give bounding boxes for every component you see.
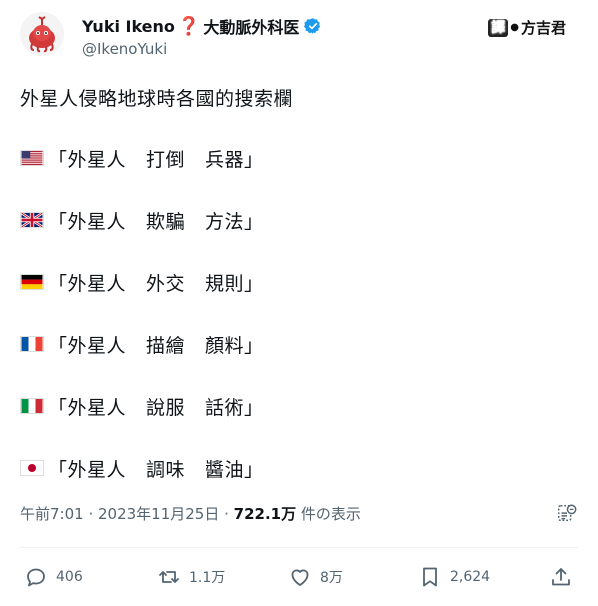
like-count: 8万 bbox=[320, 570, 343, 586]
author-name[interactable]: Yuki Ikeno bbox=[82, 17, 175, 36]
tweet-row-de: 「外星人 外交 規則」 bbox=[20, 267, 264, 297]
germany-flag-icon bbox=[20, 274, 44, 290]
tweet-row-it: 「外星人 說服 話術」 bbox=[20, 391, 264, 421]
author-title: 大動脈外科医 bbox=[203, 18, 300, 37]
share-icon bbox=[552, 568, 570, 586]
analytics-icon[interactable] bbox=[556, 503, 578, 525]
view-count-label: 件の表示 bbox=[296, 505, 361, 523]
tweet-row-uk: 「外星人 欺騙 方法」 bbox=[20, 205, 264, 235]
row-word-1: 「外星人 bbox=[48, 272, 127, 295]
divider bbox=[20, 547, 578, 548]
question-mark-emoji: ❓ bbox=[177, 15, 201, 37]
translator-watermark: 譯 ● 方吉君 bbox=[488, 17, 566, 38]
tweet-row-jp: 「外星人 調味 醬油」 bbox=[20, 453, 264, 483]
author-handle[interactable]: @IkenoYuki bbox=[82, 40, 167, 58]
author-name-row[interactable]: Yuki Ikeno ❓ 大動脈外科医 bbox=[82, 14, 322, 38]
row-word-2: 外交 bbox=[146, 272, 186, 295]
row-word-3: 顏料」 bbox=[205, 334, 264, 357]
reply-icon bbox=[27, 568, 45, 587]
row-word-1: 「外星人 bbox=[48, 148, 127, 171]
bookmark-icon bbox=[423, 567, 437, 587]
row-word-3: 話術」 bbox=[205, 396, 264, 419]
verified-badge-icon bbox=[304, 18, 321, 34]
bookmark-count: 2,624 bbox=[450, 569, 491, 585]
tweet-meta: 午前7:01 · 2023年11月25日 · 722.1万 件の表示 bbox=[20, 503, 361, 524]
row-word-1: 「外星人 bbox=[48, 334, 127, 357]
translator-dot: ● bbox=[510, 22, 519, 33]
avatar-octopus-icon bbox=[20, 12, 64, 56]
view-count: 722.1万 bbox=[233, 505, 297, 523]
row-word-3: 規則」 bbox=[205, 272, 264, 295]
avatar[interactable] bbox=[20, 12, 64, 56]
row-word-2: 說服 bbox=[146, 396, 186, 419]
like-button[interactable]: 8万 bbox=[288, 563, 343, 591]
row-word-2: 描繪 bbox=[146, 334, 186, 357]
tweet-row-us: 「外星人 打倒 兵器」 bbox=[20, 143, 264, 173]
row-word-1: 「外星人 bbox=[48, 396, 127, 419]
retweet-count: 1.1万 bbox=[189, 570, 226, 586]
row-word-2: 欺騙 bbox=[146, 210, 186, 233]
row-word-3: 方法」 bbox=[205, 210, 264, 233]
reply-count: 406 bbox=[56, 569, 83, 585]
row-word-2: 打倒 bbox=[146, 148, 186, 171]
retweet-icon bbox=[159, 571, 179, 583]
row-word-3: 兵器」 bbox=[205, 148, 264, 171]
tweet-title: 外星人侵略地球時各國的搜索欄 bbox=[20, 88, 294, 110]
france-flag-icon bbox=[20, 336, 44, 352]
row-word-3: 醬油」 bbox=[205, 458, 264, 481]
translator-name: 方吉君 bbox=[520, 19, 566, 37]
uk-flag-icon bbox=[20, 212, 44, 228]
retweet-button[interactable]: 1.1万 bbox=[157, 563, 225, 591]
share-button[interactable] bbox=[549, 563, 573, 591]
row-word-1: 「外星人 bbox=[48, 210, 127, 233]
translator-badge: 譯 bbox=[488, 18, 509, 37]
heart-icon bbox=[291, 569, 309, 586]
bookmark-button[interactable]: 2,624 bbox=[418, 563, 490, 591]
reply-button[interactable]: 406 bbox=[24, 563, 83, 591]
tweet-timestamp[interactable]: 午前7:01 · 2023年11月25日 · bbox=[20, 505, 234, 523]
italy-flag-icon bbox=[20, 398, 44, 414]
row-word-2: 調味 bbox=[146, 458, 186, 481]
us-flag-icon bbox=[20, 150, 44, 166]
tweet-row-fr: 「外星人 描繪 顏料」 bbox=[20, 329, 264, 359]
japan-flag-icon bbox=[20, 460, 44, 476]
row-word-1: 「外星人 bbox=[48, 458, 127, 481]
